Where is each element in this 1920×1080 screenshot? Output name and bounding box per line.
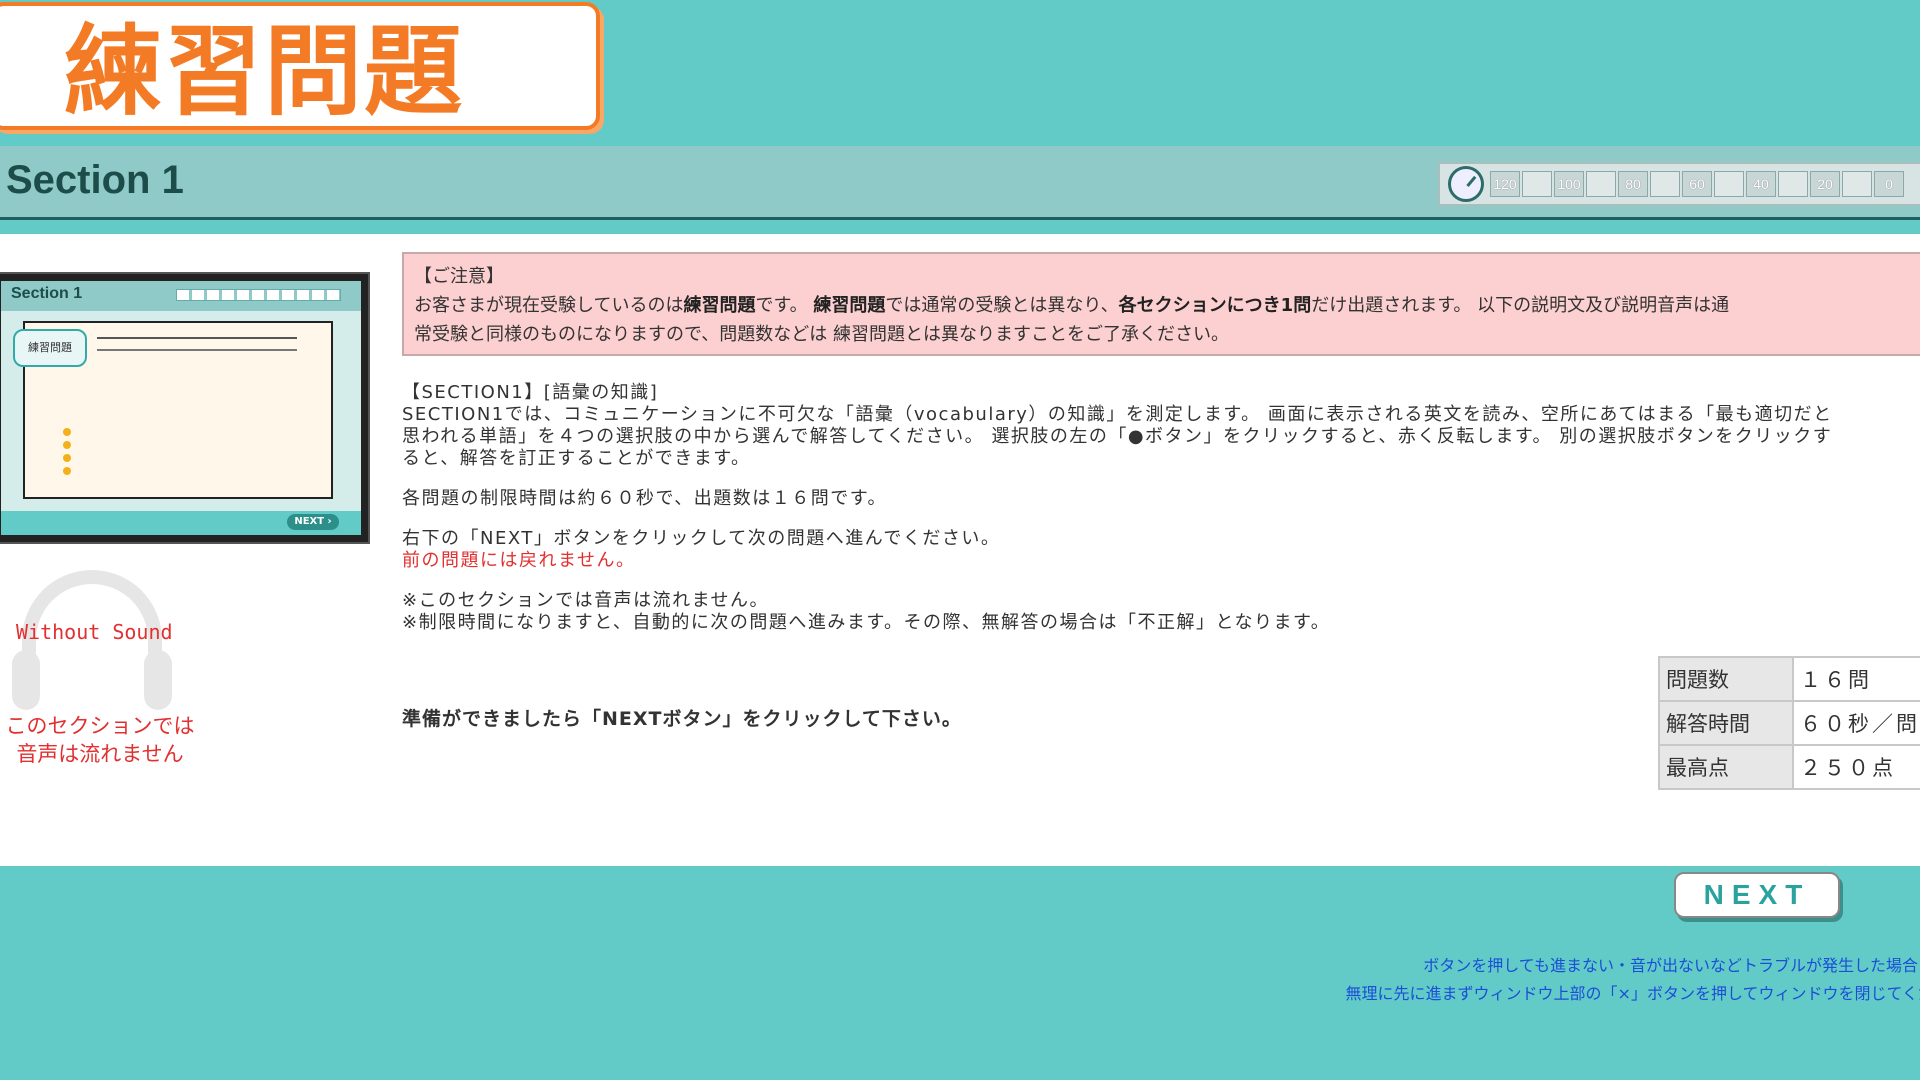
sample-screen-preview: Section 1 練習問題 NEXT › [0, 272, 370, 544]
info-key: 解答時間 [1658, 700, 1794, 746]
instructions-note-2: ※制限時間になりますと、自動的に次の問題へ進みます。その際、無解答の場合は「不正… [402, 612, 1331, 633]
no-going-back-warning: 前の問題には戻れません。 [402, 550, 636, 571]
preview-inner: Section 1 練習問題 NEXT › [1, 281, 361, 535]
trouble-line-1: ボタンを押しても進まない・音が出ないなどトラブルが発生した場合には [1423, 956, 1920, 975]
preview-header: Section 1 [1, 281, 361, 311]
timer-cell [1714, 171, 1744, 197]
preview-question-lines [97, 337, 297, 351]
notice-text: だけ出題されます。 以下の説明文及び説明音声は通 [1311, 295, 1730, 316]
radio-icon [63, 428, 71, 436]
section-title: Section 1 [6, 158, 184, 202]
preview-footer: NEXT › [1, 511, 361, 535]
table-row: 解答時間 ６０秒／問 [1658, 700, 1920, 746]
title-banner: 練習問題 [0, 2, 600, 130]
timer-mark: 0 [1874, 171, 1904, 197]
info-value: ６０秒／問 [1792, 700, 1920, 746]
no-sound-note: このセクションでは 音声は流れません [0, 712, 210, 768]
notice-heading: 【ご注意】 [414, 266, 504, 287]
timer-mark: 80 [1618, 171, 1648, 197]
radio-icon [63, 454, 71, 462]
instructions-para1-line1: SECTION1では、コミュニケーションに不可欠な「語彙（vocabulary）… [402, 404, 1833, 425]
timer-mark: 100 [1554, 171, 1584, 197]
notice-text: です。 [755, 295, 814, 316]
no-sound-line-2: 音声は流れません [16, 742, 184, 766]
sub-band [0, 220, 1920, 234]
page-title: 練習問題 [64, 15, 465, 129]
notice-text: では通常の受験とは異なり、 [885, 295, 1119, 316]
timer-bar: 120 100 80 60 40 20 0 [1438, 162, 1920, 206]
radio-icon [63, 441, 71, 449]
timer-cell [1650, 171, 1680, 197]
notice-emphasis: 各セクションにつき1問 [1118, 295, 1312, 316]
info-value: １６問 [1792, 656, 1920, 702]
timer-cell [1842, 171, 1872, 197]
info-value: ２５０点 [1792, 744, 1920, 790]
timer-cell [1522, 171, 1552, 197]
timer-mark: 60 [1682, 171, 1712, 197]
preview-page: 練習問題 [13, 321, 333, 499]
no-sound-line-1: このセクションでは [5, 714, 195, 738]
instructions: 【SECTION1】[語彙の知識] SECTION1では、コミュニケーションに不… [402, 382, 1920, 634]
timer-cell [1586, 171, 1616, 197]
stopwatch-icon [1448, 166, 1484, 202]
timer-mark: 120 [1490, 171, 1520, 197]
preview-section-label: Section 1 [11, 285, 83, 302]
info-key: 最高点 [1658, 744, 1794, 790]
radio-icon [63, 467, 71, 475]
without-sound-label: Without Sound [16, 620, 173, 644]
table-row: 問題数 １６問 [1658, 656, 1920, 702]
exam-info-table: 問題数 １６問 解答時間 ６０秒／問 最高点 ２５０点 [1658, 656, 1920, 790]
instructions-note-1: ※このセクションでは音声は流れません。 [402, 590, 770, 611]
headphones-cup-right [144, 650, 172, 710]
notice-emphasis: 練習問題 [683, 295, 756, 316]
notice-text: お客さまが現在受験しているのは [414, 295, 684, 316]
instructions-para1-line2: 思われる単語」を４つの選択肢の中から選んで解答してください。 選択肢の左の「●ボ… [402, 426, 1833, 447]
preview-options [11, 423, 71, 493]
headphones-cup-left [12, 650, 40, 710]
instructions-para3-line1: 右下の「NEXT」ボタンをクリックして次の問題へ進んでください。 [402, 528, 1001, 549]
preview-bubble: 練習問題 [13, 329, 87, 367]
info-key: 問題数 [1658, 656, 1794, 702]
preview-timer [176, 289, 341, 301]
preview-next-button: NEXT › [287, 514, 339, 530]
timer-cell [1778, 171, 1808, 197]
next-button[interactable]: NEXT [1674, 872, 1840, 918]
notice-line-2: 常受験と同様のものになりますので、問題数などは 練習問題とは異なりますことをご了… [414, 324, 1229, 345]
timer-mark: 40 [1746, 171, 1776, 197]
instructions-heading: 【SECTION1】[語彙の知識] [402, 382, 659, 403]
table-row: 最高点 ２５０点 [1658, 744, 1920, 790]
notice-emphasis: 練習問題 [813, 295, 886, 316]
trouble-note: ボタンを押しても進まない・音が出ないなどトラブルが発生した場合には 無理に先に進… [1250, 952, 1920, 1008]
section-bar: Section 1 120 100 80 60 40 20 0 [0, 146, 1920, 220]
trouble-line-2: 無理に先に進まずウィンドウ上部の「×」ボタンを押してウィンドウを閉じてくださ [1345, 984, 1920, 1003]
notice-box: 【ご注意】 お客さまが現在受験しているのは練習問題です。 練習問題では通常の受験… [402, 252, 1920, 356]
timer-mark: 20 [1810, 171, 1840, 197]
instructions-para2: 各問題の制限時間は約６０秒で、出題数は１６問です。 [402, 488, 887, 509]
ready-prompt: 準備ができましたら「NEXTボタン」をクリックして下さい。 [402, 708, 962, 730]
notice-line-1: お客さまが現在受験しているのは練習問題です。 練習問題では通常の受験とは異なり、… [414, 291, 1920, 320]
instructions-para1-line3: ると、解答を訂正することができます。 [402, 448, 751, 469]
